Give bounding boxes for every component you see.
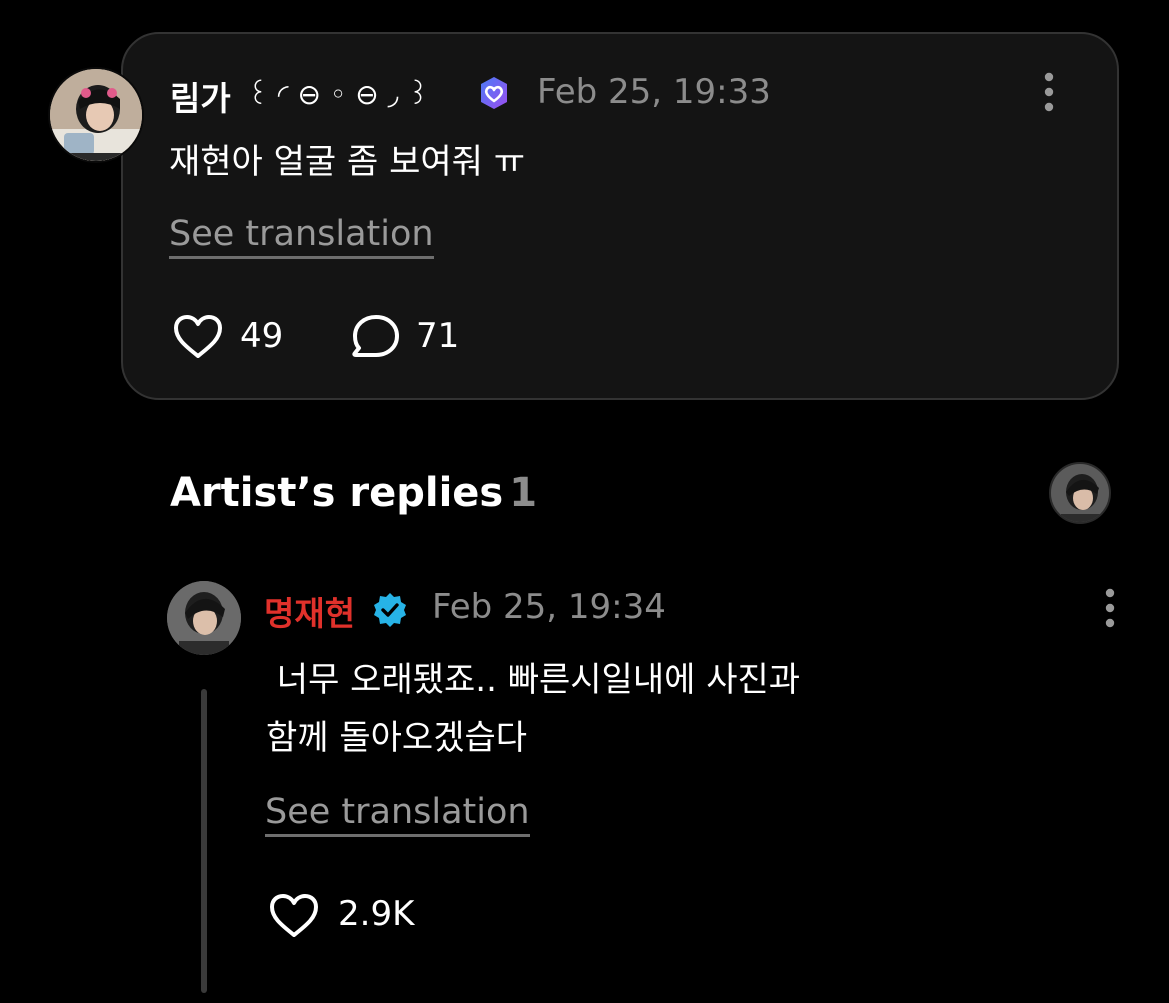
more-vertical-icon[interactable] bbox=[1104, 587, 1116, 629]
post-user-name[interactable]: 림가 bbox=[170, 72, 231, 120]
post-timestamp: Feb 25, 19:33 bbox=[537, 72, 771, 112]
comment-bubble-icon[interactable] bbox=[350, 313, 402, 361]
artist-replies-heading: Artist’s replies 1 bbox=[170, 470, 537, 516]
like-count: 49 bbox=[240, 316, 284, 356]
heart-outline-icon[interactable] bbox=[268, 892, 320, 940]
reply-body-line: 너무 오래됐죠.. 빠른시일내에 사진과 bbox=[266, 660, 801, 700]
blue-verified-check-badge-icon bbox=[374, 593, 406, 627]
name-decoration: ꒰ ◜ ⊖ ◦ ⊖ ◞ ꒱ bbox=[247, 78, 430, 111]
avatar-photo bbox=[50, 69, 142, 161]
artist-replies-count: 1 bbox=[509, 470, 538, 516]
avatar-photo bbox=[1051, 464, 1109, 522]
artist-avatar-small[interactable] bbox=[1049, 462, 1111, 524]
reply-body-text: 너무 오래됐죠.. 빠른시일내에 사진과 함께 돌아오겠습다 bbox=[266, 651, 800, 767]
reply-timestamp: Feb 25, 19:34 bbox=[432, 587, 666, 627]
more-vertical-icon[interactable] bbox=[1043, 71, 1055, 113]
reply-like-count: 2.9K bbox=[338, 894, 415, 934]
purple-verified-heart-badge-icon bbox=[481, 77, 507, 109]
post-body-text: 재현아 얼굴 좀 보여줘 ㅠ bbox=[169, 142, 526, 182]
reply-user-name[interactable]: 명재현 bbox=[264, 587, 355, 635]
post-user-avatar[interactable] bbox=[48, 67, 144, 163]
comment-count: 71 bbox=[416, 316, 460, 356]
thread-line bbox=[201, 689, 207, 993]
reply-body-line: 함께 돌아오겠습다 bbox=[266, 718, 528, 758]
see-translation-link[interactable]: See translation bbox=[169, 214, 434, 259]
heart-outline-icon[interactable] bbox=[172, 313, 224, 361]
artist-replies-title: Artist’s replies bbox=[170, 470, 504, 516]
avatar-photo bbox=[167, 581, 241, 655]
reply-user-avatar[interactable] bbox=[167, 581, 241, 655]
see-translation-link[interactable]: See translation bbox=[265, 792, 530, 837]
